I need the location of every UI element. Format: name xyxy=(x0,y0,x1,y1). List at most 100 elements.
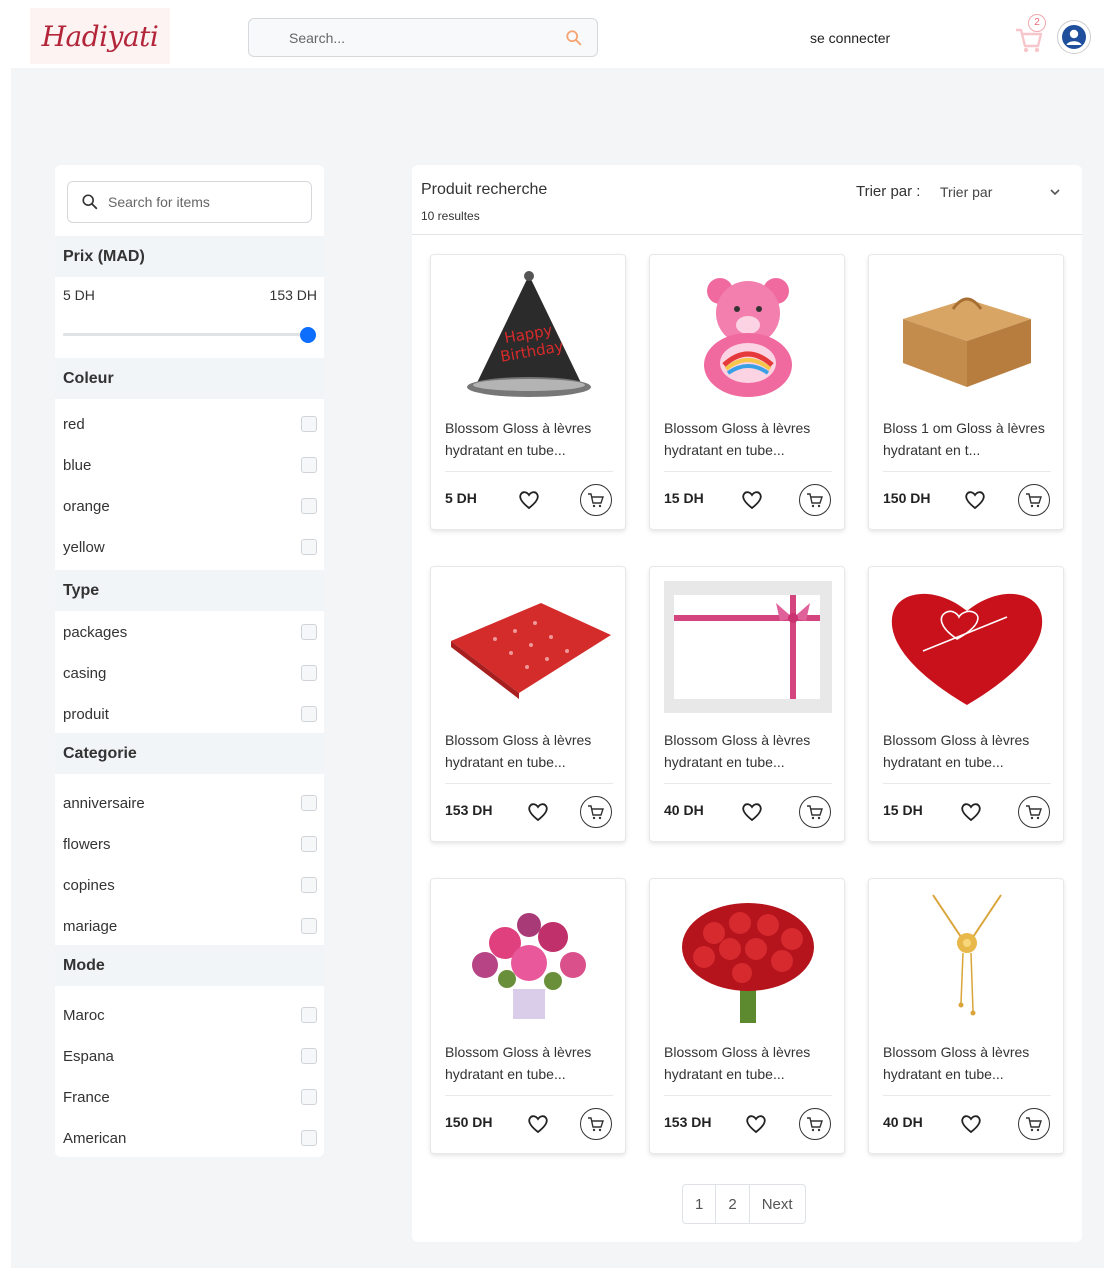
filter-mode-american[interactable]: American xyxy=(63,1126,317,1150)
filter-categorie-anniversaire[interactable]: anniversaire xyxy=(63,791,317,815)
product-image-gold-necklace[interactable] xyxy=(883,893,1051,1025)
product-name[interactable]: Blossom Gloss à lèvres hydratant en tube… xyxy=(445,729,613,773)
filter-colour-yellow[interactable]: yellow xyxy=(63,535,317,559)
add-to-cart-button[interactable] xyxy=(799,1108,831,1140)
heart-icon[interactable] xyxy=(518,490,540,510)
add-to-cart-button[interactable] xyxy=(580,796,612,828)
filter-type-produit[interactable]: produit xyxy=(63,702,317,726)
product-card[interactable]: Blossom Gloss à lèvres hydratant en tube… xyxy=(430,878,626,1154)
top-search-box xyxy=(248,18,598,57)
checkbox[interactable] xyxy=(301,1007,317,1023)
filter-type-packages[interactable]: packages xyxy=(63,620,317,644)
checkbox[interactable] xyxy=(301,877,317,893)
product-card[interactable]: Happy Birthday Blossom Gloss à lèvres hy… xyxy=(430,254,626,530)
product-image-red-roses[interactable] xyxy=(664,893,832,1025)
search-icon[interactable] xyxy=(565,29,583,47)
product-image-flower-bouquet[interactable] xyxy=(445,893,613,1025)
price-slider-track[interactable] xyxy=(63,333,308,336)
heart-icon[interactable] xyxy=(527,802,549,822)
filter-mode-maroc[interactable]: Maroc xyxy=(63,1003,317,1027)
product-name[interactable]: Blossom Gloss à lèvres hydratant en tube… xyxy=(664,417,832,461)
product-image-party-hat[interactable]: Happy Birthday xyxy=(445,269,613,401)
checkbox[interactable] xyxy=(301,1130,317,1146)
page-2-link[interactable]: 2 xyxy=(716,1185,750,1223)
cart-icon xyxy=(588,493,604,508)
card-divider xyxy=(883,783,1051,784)
checkbox[interactable] xyxy=(301,1089,317,1105)
product-card[interactable]: Bloss 1 om Gloss à lèvres hydratant en t… xyxy=(868,254,1064,530)
filter-categorie-flowers[interactable]: flowers xyxy=(63,832,317,856)
filter-label: orange xyxy=(63,497,110,515)
checkbox[interactable] xyxy=(301,457,317,473)
add-to-cart-button[interactable] xyxy=(580,484,612,516)
product-name[interactable]: Blossom Gloss à lèvres hydratant en tube… xyxy=(445,417,613,461)
product-name[interactable]: Blossom Gloss à lèvres hydratant en tube… xyxy=(664,729,832,773)
heart-icon[interactable] xyxy=(527,1114,549,1134)
product-name[interactable]: Bloss 1 om Gloss à lèvres hydratant en t… xyxy=(883,417,1051,461)
heart-icon[interactable] xyxy=(960,1114,982,1134)
checkbox[interactable] xyxy=(301,918,317,934)
product-name[interactable]: Blossom Gloss à lèvres hydratant en tube… xyxy=(664,1041,832,1085)
checkbox[interactable] xyxy=(301,665,317,681)
product-card[interactable]: Blossom Gloss à lèvres hydratant en tube… xyxy=(649,878,845,1154)
product-card[interactable]: Blossom Gloss à lèvres hydratant en tube… xyxy=(649,566,845,842)
add-to-cart-button[interactable] xyxy=(799,484,831,516)
checkbox[interactable] xyxy=(301,416,317,432)
filter-mode-france[interactable]: France xyxy=(63,1085,317,1109)
top-search-input[interactable] xyxy=(289,29,549,46)
heart-icon[interactable] xyxy=(741,490,763,510)
filter-categorie-copines[interactable]: copines xyxy=(63,873,317,897)
filter-colour-blue[interactable]: blue xyxy=(63,453,317,477)
filter-categorie-mariage[interactable]: mariage xyxy=(63,914,317,938)
site-logo[interactable]: Hadiyati xyxy=(30,8,170,64)
product-image-red-wrap[interactable] xyxy=(445,581,613,713)
heart-icon[interactable] xyxy=(745,1114,767,1134)
add-to-cart-button[interactable] xyxy=(1018,484,1050,516)
checkbox[interactable] xyxy=(301,539,317,555)
filter-colour-orange[interactable]: orange xyxy=(63,494,317,518)
product-image-pink-bear[interactable] xyxy=(664,269,832,401)
product-card[interactable]: Blossom Gloss à lèvres hydratant en tube… xyxy=(868,878,1064,1154)
product-price: 40 DH xyxy=(883,1114,923,1130)
checkbox[interactable] xyxy=(301,498,317,514)
add-to-cart-button[interactable] xyxy=(580,1108,612,1140)
next-page-link[interactable]: Next xyxy=(750,1185,805,1223)
price-slider-thumb[interactable] xyxy=(300,327,316,343)
price-range-labels: 5 DH 153 DH xyxy=(63,287,317,303)
filter-colour-red[interactable]: red xyxy=(63,412,317,436)
sidebar-search-input[interactable] xyxy=(108,194,298,210)
card-divider xyxy=(883,471,1051,472)
filter-mode-espana[interactable]: Espana xyxy=(63,1044,317,1068)
checkbox[interactable] xyxy=(301,1048,317,1064)
page-1-link[interactable]: 1 xyxy=(683,1185,717,1223)
chevron-down-icon[interactable] xyxy=(1048,185,1062,199)
heart-icon[interactable] xyxy=(741,802,763,822)
checkbox[interactable] xyxy=(301,795,317,811)
product-image-kraft-box[interactable] xyxy=(883,269,1051,401)
filter-type-casing[interactable]: casing xyxy=(63,661,317,685)
checkbox[interactable] xyxy=(301,706,317,722)
filter-label: yellow xyxy=(63,538,105,556)
product-name[interactable]: Blossom Gloss à lèvres hydratant en tube… xyxy=(445,1041,613,1085)
product-image-heart-balloon[interactable] xyxy=(883,581,1051,713)
heart-icon[interactable] xyxy=(964,490,986,510)
sort-select[interactable]: Trier par xyxy=(940,184,992,200)
categorie-section-title: Categorie xyxy=(55,733,324,774)
product-card[interactable]: Blossom Gloss à lèvres hydratant en tube… xyxy=(868,566,1064,842)
add-to-cart-button[interactable] xyxy=(1018,796,1050,828)
product-image-ribbon-card[interactable] xyxy=(664,581,832,713)
add-to-cart-button[interactable] xyxy=(799,796,831,828)
heart-icon[interactable] xyxy=(960,802,982,822)
add-to-cart-button[interactable] xyxy=(1018,1108,1050,1140)
product-name[interactable]: Blossom Gloss à lèvres hydratant en tube… xyxy=(883,729,1051,773)
product-card[interactable]: Blossom Gloss à lèvres hydratant en tube… xyxy=(430,566,626,842)
checkbox[interactable] xyxy=(301,836,317,852)
product-card[interactable]: Blossom Gloss à lèvres hydratant en tube… xyxy=(649,254,845,530)
cart-count-badge: 2 xyxy=(1028,14,1046,32)
checkbox[interactable] xyxy=(301,624,317,640)
user-avatar[interactable] xyxy=(1057,20,1091,54)
product-name[interactable]: Blossom Gloss à lèvres hydratant en tube… xyxy=(883,1041,1051,1085)
results-count: 10 resultes xyxy=(421,209,480,223)
results-title: Produit recherche xyxy=(421,181,548,198)
login-link[interactable]: se connecter xyxy=(810,30,890,46)
